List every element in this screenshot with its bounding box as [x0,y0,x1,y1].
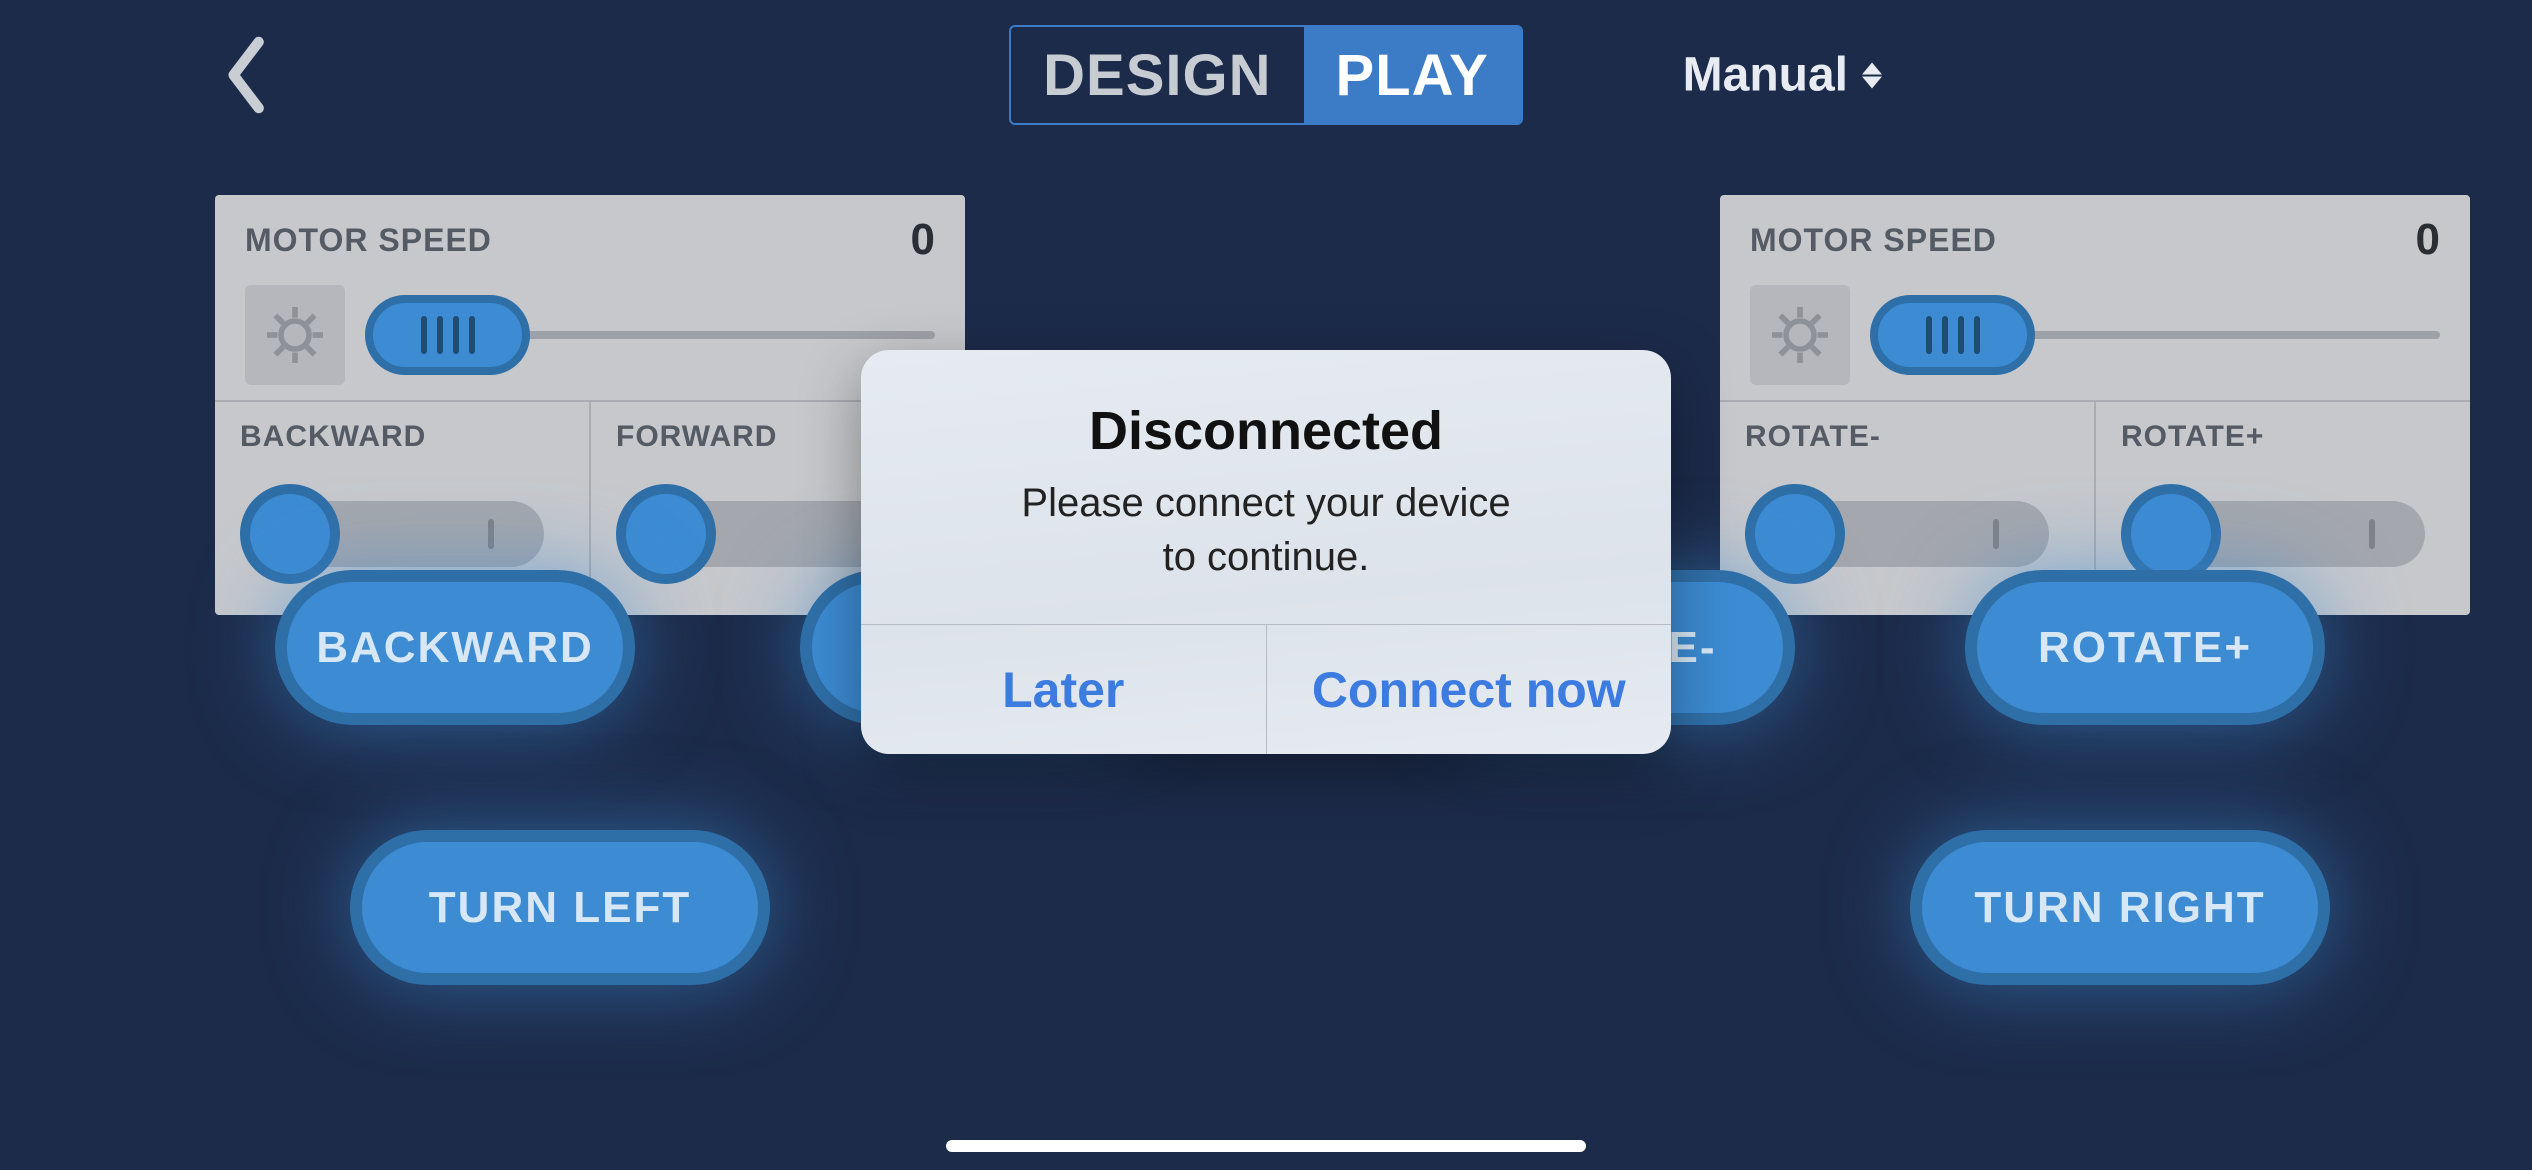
dialog-backdrop: Disconnected Please connect your device … [0,0,2532,1170]
dialog-title: Disconnected [901,400,1631,462]
home-indicator[interactable] [946,1140,1586,1152]
disconnected-dialog: Disconnected Please connect your device … [861,350,1671,754]
dialog-message: Please connect your device to continue. [901,476,1631,584]
later-button[interactable]: Later [861,625,1266,754]
connect-now-button[interactable]: Connect now [1266,625,1672,754]
